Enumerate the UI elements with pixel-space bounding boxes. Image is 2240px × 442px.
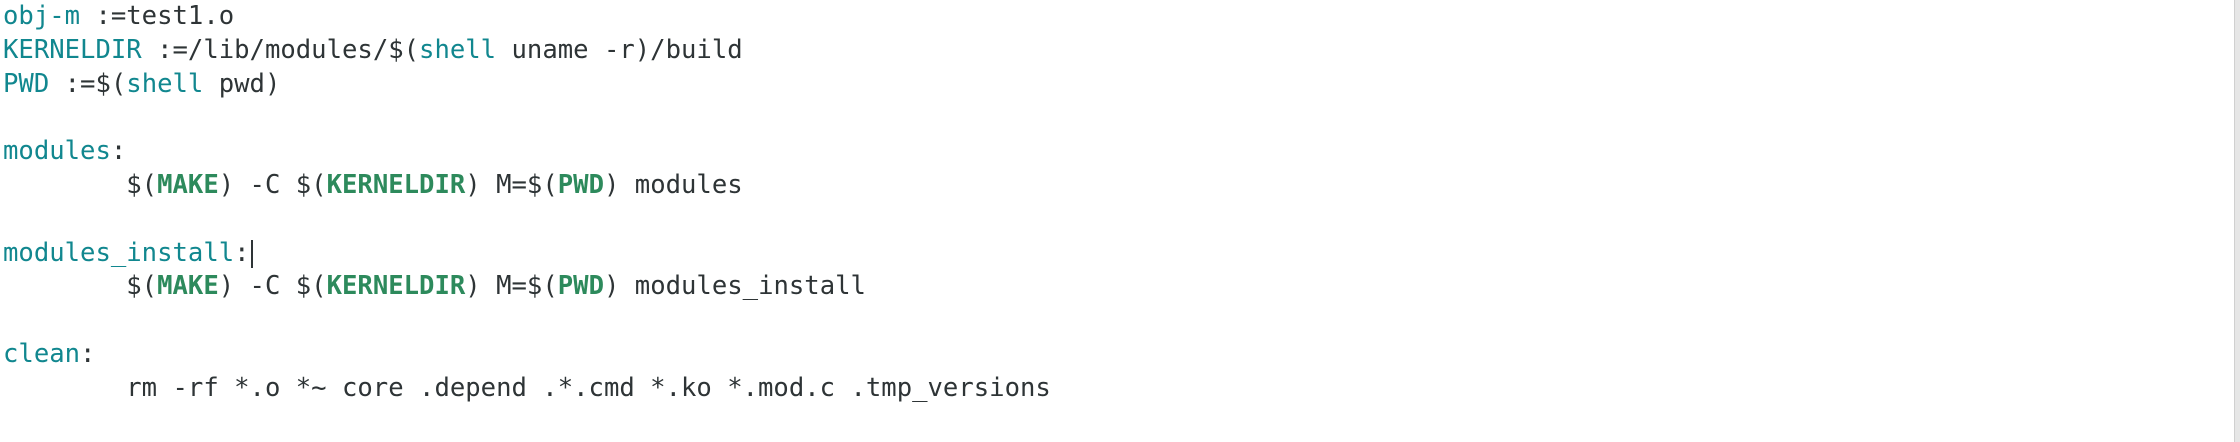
syntax-token-bold: KERNELDIR — [326, 169, 466, 200]
syntax-token-var: PWD — [3, 68, 50, 99]
code-line[interactable]: obj-m :=test1.o — [3, 0, 2235, 34]
syntax-token-var: modules_install — [3, 237, 235, 268]
code-text: pwd) — [203, 68, 281, 99]
syntax-token-kw: shell — [126, 68, 204, 99]
code-text: : — [234, 237, 250, 268]
code-line[interactable]: KERNELDIR :=/lib/modules/$(shell uname -… — [3, 34, 2235, 68]
code-text: $( — [3, 271, 158, 302]
code-text: $( — [3, 169, 158, 200]
code-text: ) modules_install — [603, 271, 866, 302]
code-line[interactable] — [3, 304, 2235, 338]
syntax-token-var: clean — [3, 338, 81, 369]
code-text: rm -rf *.o *~ core .depend .*.cmd *.ko *… — [3, 372, 1051, 403]
syntax-token-var: modules — [3, 136, 111, 167]
code-line[interactable]: $(MAKE) -C $(KERNELDIR) M=$(PWD) modules… — [3, 270, 2235, 304]
code-line[interactable]: clean: — [3, 338, 2235, 372]
code-line[interactable] — [3, 203, 2235, 237]
code-text: ) -C $( — [218, 271, 327, 302]
code-line[interactable]: PWD :=$(shell pwd) — [3, 68, 2235, 102]
syntax-token-var: KERNELDIR — [3, 34, 142, 65]
syntax-token-var: obj-m — [3, 1, 81, 31]
syntax-token-bold: KERNELDIR — [326, 271, 466, 302]
code-line[interactable] — [3, 101, 2235, 135]
code-text: : — [110, 136, 127, 167]
code-text: :=test1.o — [80, 1, 235, 31]
text-cursor — [250, 239, 253, 268]
syntax-token-bold: MAKE — [157, 169, 219, 200]
code-line[interactable]: modules: — [3, 135, 2235, 169]
scrollbar-edge[interactable] — [2234, 0, 2240, 442]
syntax-token-bold: PWD — [557, 169, 604, 200]
code-text: uname -r)/build — [496, 34, 743, 65]
code-text: ) -C $( — [218, 169, 327, 200]
code-line[interactable]: modules_install: — [3, 237, 2235, 271]
code-text: :=/lib/modules/$( — [141, 34, 420, 65]
code-line[interactable]: $(MAKE) -C $(KERNELDIR) M=$(PWD) modules — [3, 169, 2235, 203]
code-text: : — [80, 338, 96, 369]
code-line[interactable]: rm -rf *.o *~ core .depend .*.cmd *.ko *… — [3, 372, 2235, 406]
code-text: :=$( — [49, 68, 127, 99]
syntax-token-bold: MAKE — [157, 271, 219, 302]
code-text: ) M=$( — [465, 271, 558, 302]
code-text: ) M=$( — [465, 169, 558, 200]
code-text: ) modules — [603, 169, 743, 200]
syntax-token-bold: PWD — [557, 271, 604, 302]
syntax-token-kw: shell — [419, 34, 497, 65]
text-editor[interactable]: obj-m :=test1.o KERNELDIR :=/lib/modules/… — [0, 0, 2235, 442]
